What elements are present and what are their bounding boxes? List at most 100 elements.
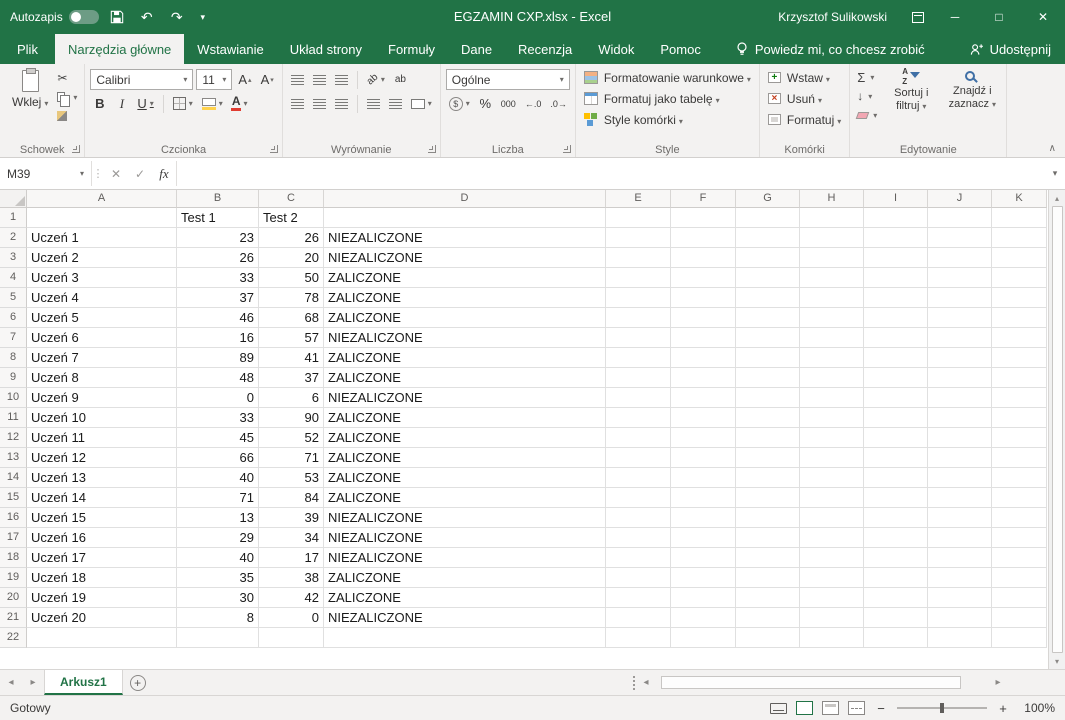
save-button[interactable] [105,4,129,30]
column-header-K[interactable]: K [992,190,1047,208]
cell-K11[interactable] [992,408,1047,428]
cell-K13[interactable] [992,448,1047,468]
cell-H8[interactable] [800,348,864,368]
cell-H16[interactable] [800,508,864,528]
cell-E14[interactable] [606,468,671,488]
row-header-20[interactable]: 20 [0,588,27,608]
cell-A21[interactable]: Uczeń 20 [27,608,177,628]
cell-K22[interactable] [992,628,1047,648]
cell-D7[interactable]: NIEZALICZONE [324,328,606,348]
row-header-7[interactable]: 7 [0,328,27,348]
cell-I21[interactable] [864,608,928,628]
align-center-button[interactable] [310,94,329,114]
ribbon-tab-wstawianie[interactable]: Wstawianie [184,34,276,64]
increase-indent-button[interactable] [386,94,405,114]
row-header-13[interactable]: 13 [0,448,27,468]
cell-C17[interactable]: 34 [259,528,324,548]
sheet-tab-arkusz1[interactable]: Arkusz1 [44,670,123,695]
italic-button[interactable]: I [112,94,131,114]
sheet-nav-right-icon[interactable]: ▸ [22,670,44,695]
cell-F9[interactable] [671,368,736,388]
hscroll-right-icon[interactable]: ▸ [987,677,1009,688]
copy-button[interactable] [55,89,79,105]
cell-F5[interactable] [671,288,736,308]
cell-D11[interactable]: ZALICZONE [324,408,606,428]
cell-I16[interactable] [864,508,928,528]
wrap-text-button[interactable]: ab [391,70,410,90]
cell-E2[interactable] [606,228,671,248]
cell-J4[interactable] [928,268,992,288]
cell-D13[interactable]: ZALICZONE [324,448,606,468]
cell-D9[interactable]: ZALICZONE [324,368,606,388]
cell-C20[interactable]: 42 [259,588,324,608]
align-top-button[interactable] [288,70,307,90]
redo-button[interactable]: ↷ [165,4,189,30]
row-header-5[interactable]: 5 [0,288,27,308]
ribbon-tab-plik[interactable]: Plik [0,34,55,64]
cell-A2[interactable]: Uczeń 1 [27,228,177,248]
font-color-button[interactable]: A [229,94,251,114]
cell-J14[interactable] [928,468,992,488]
row-header-16[interactable]: 16 [0,508,27,528]
cell-B4[interactable]: 33 [177,268,259,288]
cell-H3[interactable] [800,248,864,268]
cell-I15[interactable] [864,488,928,508]
zoom-out-button[interactable]: − [874,701,888,716]
cell-K21[interactable] [992,608,1047,628]
cell-I20[interactable] [864,588,928,608]
cell-I18[interactable] [864,548,928,568]
cell-G17[interactable] [736,528,800,548]
cell-F12[interactable] [671,428,736,448]
cell-A6[interactable]: Uczeń 5 [27,308,177,328]
formula-input[interactable] [176,161,1045,186]
column-header-F[interactable]: F [671,190,736,208]
bold-button[interactable]: B [90,94,109,114]
cell-I12[interactable] [864,428,928,448]
find-select-button[interactable]: Znajdź i zaznacz [943,67,1001,111]
cell-F10[interactable] [671,388,736,408]
cell-E11[interactable] [606,408,671,428]
cell-B15[interactable]: 71 [177,488,259,508]
cell-D3[interactable]: NIEZALICZONE [324,248,606,268]
cell-K2[interactable] [992,228,1047,248]
name-box[interactable]: M39 [0,161,92,186]
cell-B12[interactable]: 45 [177,428,259,448]
horizontal-scrollbar-thumb[interactable] [661,676,961,689]
cell-D4[interactable]: ZALICZONE [324,268,606,288]
enter-icon[interactable]: ✓ [128,161,152,186]
tell-me-box[interactable]: Powiedz mi, co chcesz zrobić [736,34,925,64]
cell-E20[interactable] [606,588,671,608]
vertical-scrollbar-thumb[interactable] [1052,206,1063,653]
cell-I14[interactable] [864,468,928,488]
cell-K7[interactable] [992,328,1047,348]
cell-B6[interactable]: 46 [177,308,259,328]
cell-C8[interactable]: 41 [259,348,324,368]
row-header-18[interactable]: 18 [0,548,27,568]
cell-H6[interactable] [800,308,864,328]
cut-button[interactable]: ✂ [55,70,79,86]
cell-K9[interactable] [992,368,1047,388]
maximize-button[interactable]: □ [977,0,1021,34]
cell-C18[interactable]: 17 [259,548,324,568]
insert-cells-button[interactable]: Wstaw [765,67,844,88]
row-header-2[interactable]: 2 [0,228,27,248]
user-name[interactable]: Krzysztof Sulikowski [778,10,887,24]
cell-F19[interactable] [671,568,736,588]
cell-H1[interactable] [800,208,864,228]
cell-E6[interactable] [606,308,671,328]
column-header-A[interactable]: A [27,190,177,208]
cell-C19[interactable]: 38 [259,568,324,588]
cell-A13[interactable]: Uczeń 12 [27,448,177,468]
cell-I5[interactable] [864,288,928,308]
cell-G10[interactable] [736,388,800,408]
number-dialog-launcher-icon[interactable] [563,145,571,153]
undo-button[interactable]: ↶ [135,4,159,30]
cell-E16[interactable] [606,508,671,528]
qat-customize-icon[interactable]: ▾ [195,4,211,30]
row-header-19[interactable]: 19 [0,568,27,588]
cell-E9[interactable] [606,368,671,388]
cell-F11[interactable] [671,408,736,428]
column-header-G[interactable]: G [736,190,800,208]
row-header-17[interactable]: 17 [0,528,27,548]
vertical-scrollbar[interactable]: ▴ ▾ [1048,190,1065,669]
